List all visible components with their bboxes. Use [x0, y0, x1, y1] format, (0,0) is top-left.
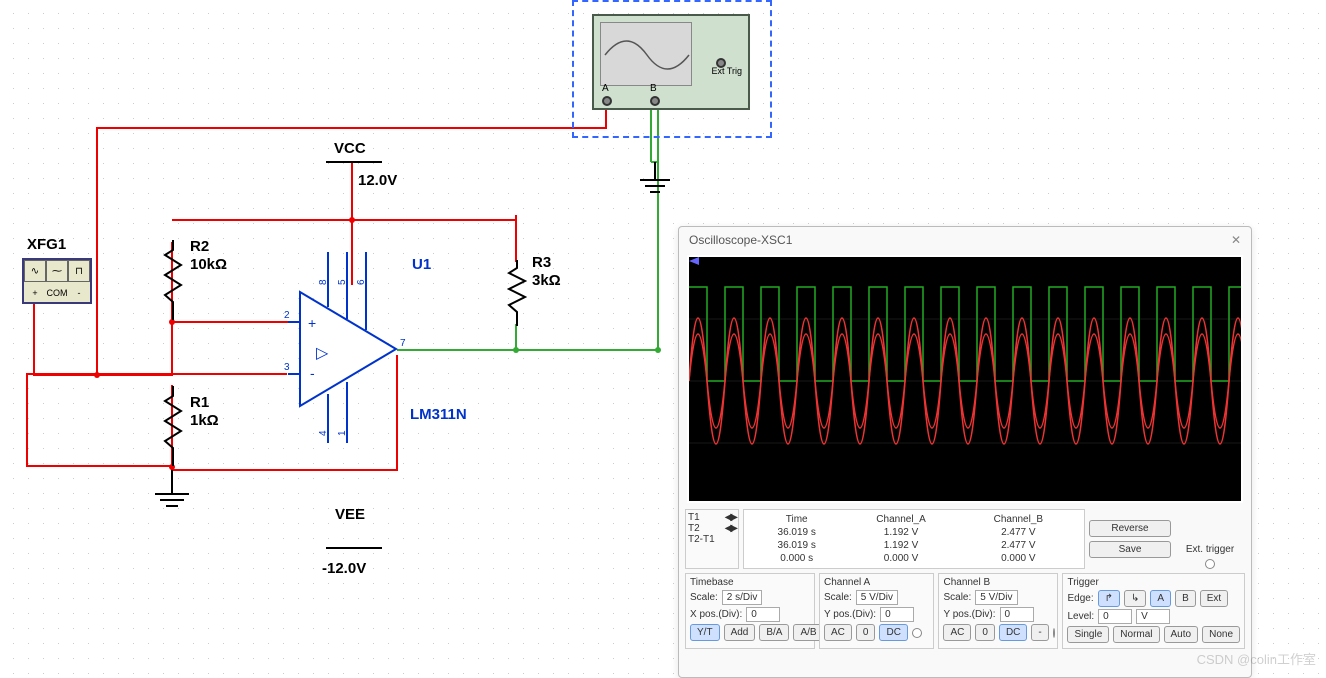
cha-ypos[interactable]: 0: [880, 607, 914, 622]
svg-text:-: -: [310, 365, 315, 381]
oscilloscope-window: Oscilloscope-XSC1 ✕ T1◀▶ T2◀▶ T2-T1: [678, 226, 1252, 678]
close-icon[interactable]: ✕: [1231, 233, 1241, 247]
trigger-level[interactable]: 0: [1098, 609, 1132, 624]
function-generator[interactable]: ∿⁓⊓ + COM -: [22, 258, 92, 304]
r1-name: R1: [190, 394, 209, 411]
svg-text:2: 2: [284, 310, 290, 321]
channel-a-panel: Channel A Scale:5 V/Div Y pos.(Div):0 AC…: [819, 573, 934, 649]
trigger-panel: Trigger Edge: ↱ ↳ A B Ext Level: 0 V Sin…: [1062, 573, 1245, 649]
svg-text:5: 5: [337, 279, 348, 285]
svg-text:3: 3: [284, 362, 290, 373]
chb-scale[interactable]: 5 V/Div: [975, 590, 1017, 605]
oscilloscope-instrument[interactable]: Ext Trig A B: [592, 14, 750, 110]
svg-text:8: 8: [318, 279, 329, 285]
cursor-readout: TimeChannel_AChannel_B 36.019 s1.192 V2.…: [743, 509, 1085, 569]
xfg1-label: XFG1: [27, 236, 66, 253]
u1-name: U1: [412, 256, 431, 273]
cha-scale[interactable]: 5 V/Div: [856, 590, 898, 605]
svg-text:4: 4: [318, 430, 329, 436]
vee-label: VEE: [335, 506, 365, 523]
edge-rising[interactable]: ↱: [1098, 590, 1120, 607]
timebase-panel: Timebase Scale:2 s/Div X pos.(Div):0 Y/T…: [685, 573, 815, 649]
r2-value: 10kΩ: [190, 256, 227, 273]
r2-name: R2: [190, 238, 209, 255]
cursor-controls: T1◀▶ T2◀▶ T2-T1: [685, 509, 739, 569]
timebase-scale[interactable]: 2 s/Div: [722, 590, 763, 605]
chb-ypos[interactable]: 0: [1000, 607, 1034, 622]
save-button[interactable]: Save: [1089, 541, 1171, 558]
r3-name: R3: [532, 254, 551, 271]
vcc-value: 12.0V: [358, 172, 397, 189]
svg-text:7: 7: [400, 338, 406, 349]
mode-yt[interactable]: Y/T: [690, 624, 720, 641]
svg-text:+: +: [308, 315, 316, 331]
mode-ba[interactable]: B/A: [759, 624, 789, 641]
timebase-xpos[interactable]: 0: [746, 607, 780, 622]
osc-title-text: Oscilloscope-XSC1: [689, 233, 792, 247]
watermark: CSDN @colin工作室: [1197, 649, 1316, 668]
resistor-r1[interactable]: [163, 386, 183, 466]
r1-value: 1kΩ: [190, 412, 219, 429]
u1-part: LM311N: [410, 406, 467, 423]
edge-falling[interactable]: ↳: [1124, 590, 1146, 607]
resistor-r3[interactable]: [507, 260, 527, 326]
svg-text:1: 1: [337, 430, 348, 436]
svg-text:6: 6: [356, 279, 367, 285]
channel-b-panel: Channel B Scale:5 V/Div Y pos.(Div):0 AC…: [938, 573, 1058, 649]
resistor-r2[interactable]: [163, 240, 183, 320]
vee-value: -12.0V: [322, 560, 366, 577]
mode-add[interactable]: Add: [724, 624, 756, 641]
r3-value: 3kΩ: [532, 272, 561, 289]
reverse-button[interactable]: Reverse: [1089, 520, 1171, 537]
osc-display[interactable]: [687, 255, 1243, 503]
ext-trigger-radio[interactable]: [1205, 559, 1215, 569]
vcc-label: VCC: [334, 140, 366, 157]
svg-text:▷: ▷: [316, 345, 329, 362]
